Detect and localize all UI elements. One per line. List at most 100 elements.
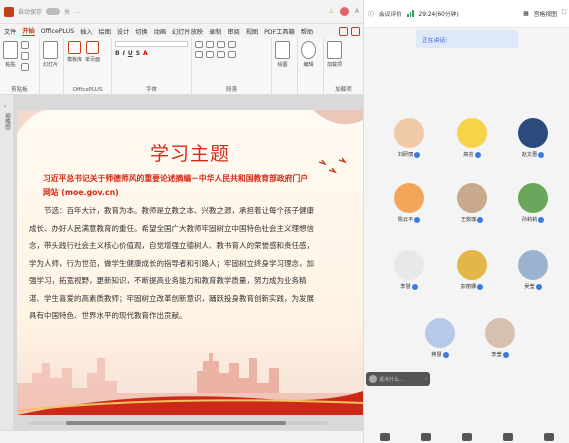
participant-tile[interactable]: 赵文惠 [515, 118, 551, 158]
align-center-icon[interactable] [206, 51, 214, 58]
clipboard-group-label: 剪贴板 [11, 87, 28, 93]
tab-officeplus[interactable]: OfficePLUS [41, 28, 74, 35]
tab-insert[interactable]: 插入 [80, 27, 92, 36]
chevron-left-icon[interactable]: ‹ [425, 376, 427, 382]
participant-avatar [518, 118, 548, 148]
participant-tile[interactable]: 高芸 [454, 118, 490, 158]
camera-icon[interactable] [420, 432, 431, 441]
paste-button[interactable]: 粘贴 [3, 41, 18, 84]
more-icon[interactable] [544, 432, 555, 441]
participant-avatar [394, 118, 424, 148]
thumbnail-label: 缩略图 [4, 113, 10, 130]
mic-status-icon [535, 283, 542, 290]
align-left-icon[interactable] [195, 51, 203, 58]
tab-review[interactable]: 审阅 [227, 27, 239, 36]
single-page-button[interactable]: 单页面 [85, 41, 100, 84]
tab-transitions[interactable]: 切换 [135, 27, 147, 36]
info-icon[interactable]: ⓘ [368, 9, 374, 18]
tab-animations[interactable]: 动画 [154, 27, 166, 36]
slide-canvas[interactable]: 学习主题 习近平总书记关于师德师风的重要论述摘编－中华人民共和国教育部政府门户网… [17, 110, 363, 415]
template-lib-button[interactable]: 模板库 [67, 41, 82, 84]
editing-button[interactable]: 编辑 [301, 41, 316, 84]
search-icon [301, 41, 316, 59]
participant-tile[interactable]: 李莹 [482, 318, 518, 358]
comments-icon[interactable] [339, 26, 348, 36]
bullets-icon[interactable] [195, 41, 203, 48]
fullscreen-icon[interactable]: ⛶ [562, 10, 566, 17]
participant-tile[interactable]: 王茹珈 [454, 183, 490, 223]
tab-file[interactable]: 文件 [4, 27, 16, 36]
participant-tile[interactable]: 蒋慧 [422, 318, 458, 358]
participants-icon[interactable] [503, 432, 514, 441]
thumbnail-strip[interactable]: › 缩略图 [0, 95, 14, 430]
participant-tile[interactable]: 刘研丽 [391, 118, 427, 158]
font-name-select[interactable] [115, 41, 188, 47]
slide-subtitle-link[interactable]: 习近平总书记关于师德师风的重要论述摘编－中华人民共和国教育部政府门户网站 (mo… [43, 172, 313, 200]
addin-button[interactable]: 加载项 [327, 41, 342, 84]
participant-tile[interactable]: 吴莹 [515, 250, 551, 290]
mic-status-icon [442, 351, 449, 358]
participant-avatar [457, 250, 487, 280]
font-color-icon[interactable]: A [143, 50, 148, 57]
participant-name-row: 王茹珈 [454, 216, 490, 223]
drawing-button[interactable]: 绘图 [275, 41, 290, 84]
editing-group: 编辑 [298, 38, 324, 94]
tab-pdf[interactable]: PDF工具箱 [264, 27, 295, 36]
slide-body-text[interactable]: 节选：百年大计，教育为本。教师是立教之本、兴教之源，承担着让每个孩子健康成长、办… [29, 202, 321, 325]
numbering-icon[interactable] [206, 41, 214, 48]
mic-status-icon [414, 216, 421, 223]
new-slide-button[interactable]: 幻灯片 [43, 41, 58, 84]
participant-avatar [485, 318, 515, 348]
addin-icon [327, 41, 342, 59]
italic-icon[interactable]: I [123, 50, 125, 57]
bold-icon[interactable]: B [115, 50, 120, 57]
tab-view[interactable]: 视图 [246, 27, 258, 36]
tab-design[interactable]: 设计 [117, 27, 129, 36]
ribbon-tabs: 文件 开始 OfficePLUS 插入 绘图 设计 切换 动画 幻灯片放映 录制… [0, 24, 363, 38]
autosave-label: 自动保存 [18, 9, 43, 16]
participant-name: 孙莉莉 [521, 217, 538, 223]
indent-icon[interactable] [217, 41, 225, 48]
view-select[interactable]: 宫格视图 [534, 9, 557, 18]
mic-icon[interactable] [379, 432, 390, 441]
meeting-controls [364, 430, 569, 443]
addin-group-label: 加载项 [335, 87, 352, 93]
grid-view-icon: ▦ [523, 10, 529, 17]
scrollbar-thumb[interactable] [66, 421, 286, 425]
tab-home[interactable]: 开始 [22, 26, 35, 36]
user-avatar[interactable] [339, 7, 349, 16]
meeting-eval-label[interactable]: 会议评价 [379, 9, 402, 18]
single-page-icon [86, 41, 100, 54]
participant-name: 吴莹 [524, 284, 535, 290]
slide-editor[interactable]: 学习主题 习近平总书记关于师德师风的重要论述摘编－中华人民共和国教育部政府门户网… [14, 95, 363, 430]
chat-input[interactable]: 说点什么... ‹ [366, 372, 430, 386]
signal-icon [407, 10, 414, 17]
autosave-toggle[interactable] [46, 8, 61, 15]
participant-name-row: 陈云平 [391, 216, 427, 223]
participant-tile[interactable]: 李慧 [391, 250, 427, 290]
participant-tile[interactable]: 孙莉莉 [515, 183, 551, 223]
participant-avatar [394, 183, 424, 213]
participant-name-row: 吴莹 [515, 283, 551, 290]
align-right-icon[interactable] [217, 51, 225, 58]
participant-tile[interactable]: 陈云平 [391, 183, 427, 223]
participant-tile[interactable]: 彭丽娜 [454, 250, 490, 290]
expand-arrow-icon[interactable]: › [4, 103, 6, 110]
slide-title[interactable]: 学习主题 [17, 139, 363, 166]
strikethrough-icon[interactable]: S [136, 50, 140, 57]
warning-icon[interactable]: ⚠ [329, 8, 334, 15]
officeplus-group: 模板库 单页面 OfficePLUS [64, 38, 112, 94]
underline-icon[interactable]: U [128, 50, 133, 57]
tab-draw[interactable]: 绘图 [99, 27, 111, 36]
horizontal-scrollbar[interactable] [28, 421, 328, 425]
copy-icon[interactable] [21, 52, 29, 60]
tab-help[interactable]: 帮助 [301, 27, 313, 36]
line-spacing-icon[interactable] [228, 41, 236, 48]
format-painter-icon[interactable] [21, 63, 29, 71]
tab-slideshow[interactable]: 幻灯片放映 [172, 27, 203, 36]
tab-record[interactable]: 录制 [209, 27, 221, 36]
share-screen-icon[interactable] [461, 432, 472, 441]
justify-icon[interactable] [228, 51, 236, 58]
cut-icon[interactable] [21, 41, 29, 49]
share-icon[interactable] [351, 26, 360, 36]
